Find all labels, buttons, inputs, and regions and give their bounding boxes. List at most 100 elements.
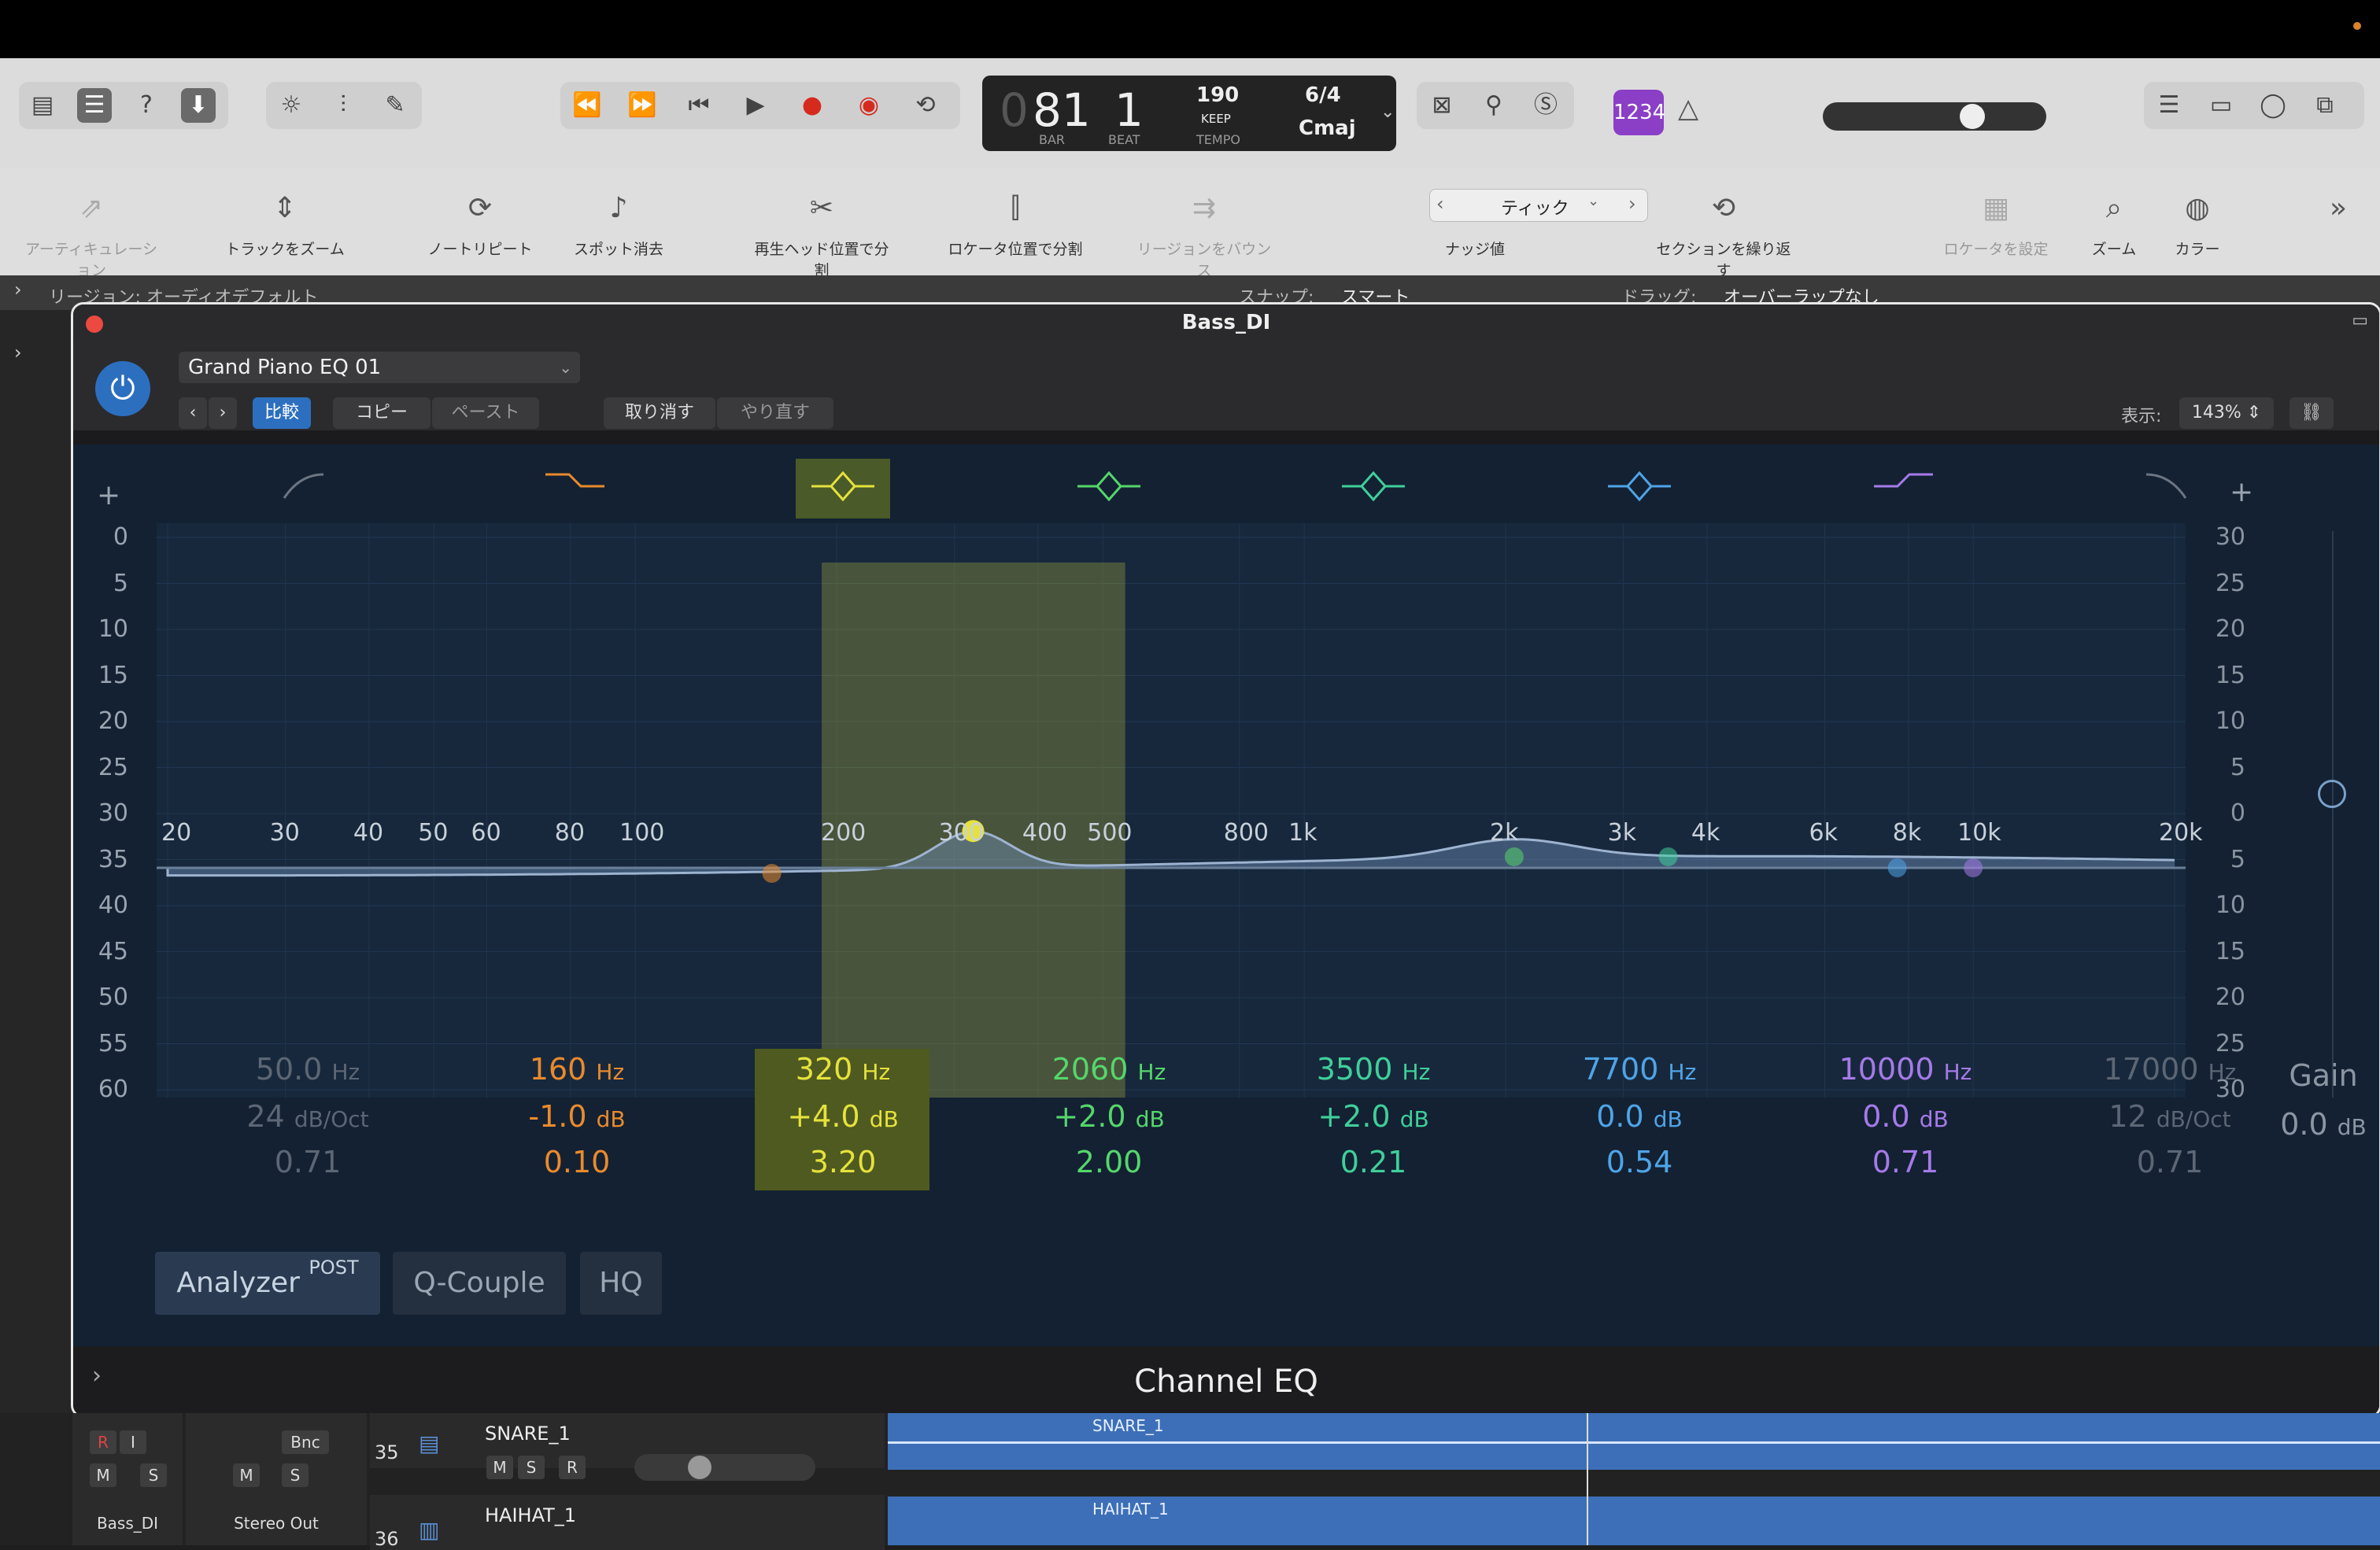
gain-value[interactable]: 0.0 dB [2272, 1107, 2374, 1142]
next-preset-button[interactable]: › [209, 397, 237, 429]
link-icon[interactable]: ⛓ [2289, 397, 2334, 429]
mixer-icon[interactable]: ⫶ [326, 88, 360, 123]
inspector-icon[interactable]: ☰ [77, 88, 112, 123]
expand-icon[interactable]: ▭ [2352, 311, 2368, 330]
bell-band-5-icon[interactable] [1326, 459, 1421, 519]
preset-menu[interactable]: Grand Piano EQ 01 ⌄ [179, 352, 580, 383]
library-icon[interactable]: ▤ [25, 88, 60, 123]
chevron-down-icon[interactable]: ⌄ [1587, 193, 1599, 209]
solo-button[interactable]: S [140, 1463, 167, 1487]
track-row[interactable]: 35 ▤ SNARE_1 M S R [370, 1413, 885, 1481]
chevron-right-icon[interactable]: › [14, 279, 22, 301]
smart-controls-icon[interactable]: ☼ [274, 88, 309, 123]
list-editors-icon[interactable]: ☰ [2152, 88, 2186, 123]
cycle-icon[interactable]: ⟲ [908, 88, 943, 123]
go-to-start-icon[interactable]: ⏮ [682, 88, 716, 123]
playhead[interactable] [1587, 1413, 1588, 1545]
loop-browser-icon[interactable]: ◯ [2256, 88, 2290, 123]
toolbar-item-0[interactable]: ⇗ アーティキュレーション [20, 192, 162, 280]
band-q-value[interactable]: 0.10 [490, 1145, 663, 1179]
gain-slider-knob[interactable] [2318, 780, 2346, 808]
band-val2-value[interactable]: -1.0 dB [490, 1099, 663, 1134]
redo-button[interactable]: やり直す [717, 397, 833, 429]
notepad-icon[interactable]: ▭ [2204, 88, 2238, 123]
band-handle-5[interactable] [1658, 847, 1678, 866]
toolbar-item-11[interactable]: ◍ カラー [2127, 192, 2268, 259]
solo-icon[interactable]: Ⓢ [1528, 88, 1563, 123]
chevron-right-icon[interactable]: › [1628, 193, 1636, 215]
undo-button[interactable]: 取り消す [604, 397, 715, 429]
band-handle-4[interactable] [1504, 847, 1524, 866]
band-freq-value[interactable]: 17000 Hz [2083, 1052, 2256, 1087]
band-val2-value[interactable]: +2.0 dB [1287, 1099, 1460, 1134]
view-zoom-select[interactable]: 143% ⇕ [2179, 397, 2274, 429]
count-in-button[interactable]: 1234 [1613, 90, 1665, 135]
copy-button[interactable]: コピー [333, 397, 431, 429]
fast-forward-icon[interactable]: ⏩ [625, 88, 660, 123]
chevron-right-icon[interactable]: › [14, 341, 22, 364]
band-handle-7[interactable] [1964, 858, 1983, 877]
gain-slider-track[interactable] [2332, 531, 2334, 1098]
record-icon[interactable]: ● [795, 88, 830, 123]
play-icon[interactable]: ▶ [738, 88, 773, 123]
chevron-left-icon[interactable]: ‹ [1436, 193, 1444, 215]
audio-region[interactable]: SNARE_1 [888, 1413, 2380, 1470]
band-freq-value[interactable]: 160 Hz [490, 1052, 663, 1087]
band-q-value[interactable]: 0.71 [2083, 1145, 2256, 1179]
volume-slider-knob[interactable] [688, 1456, 711, 1479]
low-shelf-icon[interactable] [530, 459, 624, 519]
previous-preset-button[interactable]: ‹ [179, 397, 207, 429]
toolbar-item-3[interactable]: ♪ スポット消去 [548, 192, 689, 259]
paste-button[interactable]: ペースト [432, 397, 539, 429]
lcd-display[interactable]: 0 81 1 BAR BEAT 190 KEEP TEMPO 6/4 Cmaj [982, 76, 1396, 151]
add-icon[interactable]: + [2230, 476, 2253, 508]
toolbar-icon[interactable]: ⬇ [181, 88, 216, 123]
eq-graph[interactable] [157, 523, 2186, 1098]
solo-button[interactable]: S [518, 1456, 545, 1479]
high-cut-icon[interactable] [2123, 459, 2217, 519]
add-icon[interactable]: + [97, 479, 120, 511]
master-volume-slider[interactable] [1823, 102, 2046, 131]
bell-band-4-icon[interactable] [1062, 459, 1156, 519]
quick-help-icon[interactable]: ? [129, 88, 164, 123]
input-monitor-button[interactable]: I [120, 1430, 146, 1454]
band-q-value[interactable]: 0.71 [1819, 1145, 1992, 1179]
band-val2-value[interactable]: 12 dB/Oct [2083, 1099, 2256, 1134]
band-val2-value[interactable]: 0.0 dB [1819, 1099, 1992, 1134]
mute-button[interactable]: M [486, 1456, 513, 1479]
editors-icon[interactable]: ✎ [378, 88, 412, 123]
master-volume-knob[interactable] [1960, 104, 1985, 129]
record-button[interactable]: R [559, 1456, 586, 1479]
high-shelf-icon[interactable] [1858, 459, 1953, 519]
band-val2-value[interactable]: 0.0 dB [1553, 1099, 1726, 1134]
rewind-icon[interactable]: ⏪ [570, 88, 604, 123]
track-row[interactable]: 36 ▥ HAIHAT_1 [370, 1495, 885, 1550]
audio-region[interactable]: HAIHAT_1 [888, 1496, 2380, 1545]
band-freq-value[interactable]: 320 Hz [756, 1052, 929, 1087]
chevron-down-icon[interactable]: ⌄ [1380, 76, 1401, 151]
toolbar-item-5[interactable]: ⫿ ロケータ位置で分割 [944, 192, 1086, 259]
toolbar-item-8[interactable]: ⟲ セクションを繰り返す [1653, 192, 1794, 280]
band-q-value[interactable]: 0.21 [1287, 1145, 1460, 1179]
solo-button[interactable]: S [282, 1463, 309, 1487]
nudge-value-control[interactable]: ‹ ティック ⌄ › [1429, 189, 1648, 222]
browsers-icon[interactable]: ⧉ [2308, 88, 2342, 123]
low-cut-icon[interactable] [261, 459, 355, 519]
q-couple-button[interactable]: Q-Couple [393, 1252, 566, 1315]
record-enable-button[interactable]: R [90, 1430, 116, 1454]
band-q-value[interactable]: 0.54 [1553, 1145, 1726, 1179]
toolbar-item-6[interactable]: ⇉ リージョンをバウンス [1133, 192, 1275, 280]
band-val2-value[interactable]: +4.0 dB [756, 1099, 929, 1134]
mute-button[interactable]: M [233, 1463, 260, 1487]
hq-button[interactable]: HQ [580, 1252, 662, 1315]
band-handle-6[interactable] [1887, 858, 1907, 877]
analyzer-button[interactable]: Analyzer POST [155, 1252, 380, 1315]
capture-record-icon[interactable]: ◉ [852, 88, 886, 123]
band-freq-value[interactable]: 50.0 Hz [221, 1052, 394, 1087]
bell-band-6-icon[interactable] [1592, 459, 1687, 519]
band-freq-value[interactable]: 10000 Hz [1819, 1052, 1992, 1087]
bell-band-3-icon[interactable] [796, 459, 890, 519]
band-val2-value[interactable]: 24 dB/Oct [221, 1099, 394, 1134]
mute-button[interactable]: M [90, 1463, 116, 1487]
band-q-value[interactable]: 0.71 [221, 1145, 394, 1179]
